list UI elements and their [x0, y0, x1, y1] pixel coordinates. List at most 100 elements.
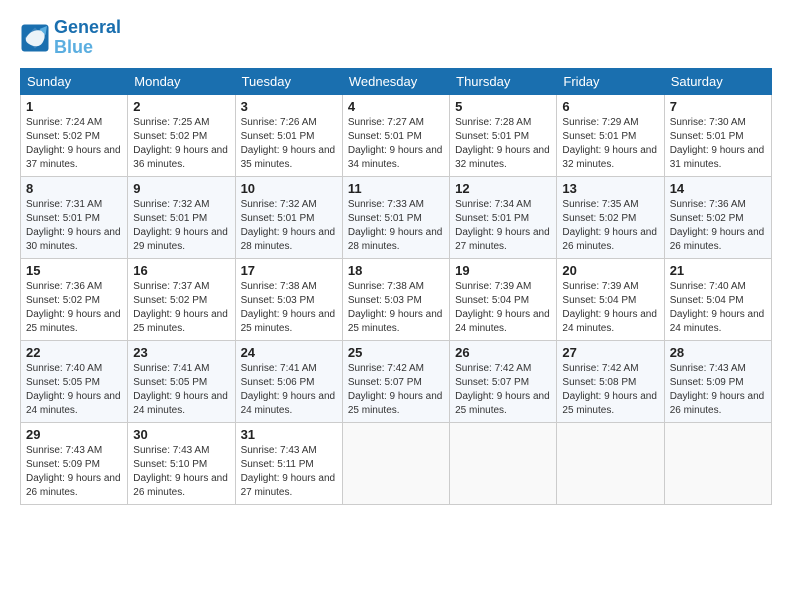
day-info: Sunrise: 7:34 AMSunset: 5:01 PMDaylight:…: [455, 198, 551, 254]
calendar-cell: 17 Sunrise: 7:38 AMSunset: 5:03 PMDaylig…: [235, 258, 342, 340]
logo: General Blue: [20, 18, 121, 58]
day-number: 12: [455, 181, 551, 196]
day-info: Sunrise: 7:43 AMSunset: 5:09 PMDaylight:…: [670, 362, 766, 418]
day-number: 19: [455, 263, 551, 278]
calendar-cell: 4 Sunrise: 7:27 AMSunset: 5:01 PMDayligh…: [342, 94, 449, 176]
calendar-cell: 8 Sunrise: 7:31 AMSunset: 5:01 PMDayligh…: [21, 176, 128, 258]
calendar-cell: 1 Sunrise: 7:24 AMSunset: 5:02 PMDayligh…: [21, 94, 128, 176]
calendar-cell: 25 Sunrise: 7:42 AMSunset: 5:07 PMDaylig…: [342, 340, 449, 422]
calendar: SundayMondayTuesdayWednesdayThursdayFrid…: [20, 68, 772, 505]
day-number: 1: [26, 99, 122, 114]
calendar-cell: 20 Sunrise: 7:39 AMSunset: 5:04 PMDaylig…: [557, 258, 664, 340]
calendar-week-2: 8 Sunrise: 7:31 AMSunset: 5:01 PMDayligh…: [21, 176, 772, 258]
calendar-cell: 12 Sunrise: 7:34 AMSunset: 5:01 PMDaylig…: [450, 176, 557, 258]
day-info: Sunrise: 7:35 AMSunset: 5:02 PMDaylight:…: [562, 198, 658, 254]
calendar-cell: 27 Sunrise: 7:42 AMSunset: 5:08 PMDaylig…: [557, 340, 664, 422]
day-info: Sunrise: 7:28 AMSunset: 5:01 PMDaylight:…: [455, 116, 551, 172]
page: General Blue SundayMondayTuesdayWednesda…: [0, 0, 792, 612]
day-info: Sunrise: 7:25 AMSunset: 5:02 PMDaylight:…: [133, 116, 229, 172]
calendar-header-row: SundayMondayTuesdayWednesdayThursdayFrid…: [21, 68, 772, 94]
calendar-week-5: 29 Sunrise: 7:43 AMSunset: 5:09 PMDaylig…: [21, 422, 772, 504]
day-number: 20: [562, 263, 658, 278]
day-number: 5: [455, 99, 551, 114]
calendar-cell: 23 Sunrise: 7:41 AMSunset: 5:05 PMDaylig…: [128, 340, 235, 422]
calendar-header-monday: Monday: [128, 68, 235, 94]
calendar-week-4: 22 Sunrise: 7:40 AMSunset: 5:05 PMDaylig…: [21, 340, 772, 422]
day-info: Sunrise: 7:37 AMSunset: 5:02 PMDaylight:…: [133, 280, 229, 336]
calendar-header-tuesday: Tuesday: [235, 68, 342, 94]
day-info: Sunrise: 7:30 AMSunset: 5:01 PMDaylight:…: [670, 116, 766, 172]
day-info: Sunrise: 7:40 AMSunset: 5:04 PMDaylight:…: [670, 280, 766, 336]
day-info: Sunrise: 7:31 AMSunset: 5:01 PMDaylight:…: [26, 198, 122, 254]
day-info: Sunrise: 7:36 AMSunset: 5:02 PMDaylight:…: [670, 198, 766, 254]
calendar-cell: 29 Sunrise: 7:43 AMSunset: 5:09 PMDaylig…: [21, 422, 128, 504]
day-info: Sunrise: 7:36 AMSunset: 5:02 PMDaylight:…: [26, 280, 122, 336]
day-info: Sunrise: 7:27 AMSunset: 5:01 PMDaylight:…: [348, 116, 444, 172]
day-number: 21: [670, 263, 766, 278]
calendar-cell: [342, 422, 449, 504]
day-number: 6: [562, 99, 658, 114]
day-info: Sunrise: 7:39 AMSunset: 5:04 PMDaylight:…: [455, 280, 551, 336]
day-number: 22: [26, 345, 122, 360]
calendar-cell: 2 Sunrise: 7:25 AMSunset: 5:02 PMDayligh…: [128, 94, 235, 176]
calendar-cell: 30 Sunrise: 7:43 AMSunset: 5:10 PMDaylig…: [128, 422, 235, 504]
day-info: Sunrise: 7:41 AMSunset: 5:05 PMDaylight:…: [133, 362, 229, 418]
calendar-cell: 31 Sunrise: 7:43 AMSunset: 5:11 PMDaylig…: [235, 422, 342, 504]
calendar-cell: 14 Sunrise: 7:36 AMSunset: 5:02 PMDaylig…: [664, 176, 771, 258]
day-info: Sunrise: 7:43 AMSunset: 5:10 PMDaylight:…: [133, 444, 229, 500]
day-number: 16: [133, 263, 229, 278]
day-number: 7: [670, 99, 766, 114]
calendar-cell: 24 Sunrise: 7:41 AMSunset: 5:06 PMDaylig…: [235, 340, 342, 422]
calendar-cell: 22 Sunrise: 7:40 AMSunset: 5:05 PMDaylig…: [21, 340, 128, 422]
calendar-week-3: 15 Sunrise: 7:36 AMSunset: 5:02 PMDaylig…: [21, 258, 772, 340]
calendar-header-friday: Friday: [557, 68, 664, 94]
calendar-header-sunday: Sunday: [21, 68, 128, 94]
day-info: Sunrise: 7:43 AMSunset: 5:11 PMDaylight:…: [241, 444, 337, 500]
day-number: 10: [241, 181, 337, 196]
calendar-header-wednesday: Wednesday: [342, 68, 449, 94]
day-number: 8: [26, 181, 122, 196]
day-number: 25: [348, 345, 444, 360]
calendar-cell: [664, 422, 771, 504]
day-info: Sunrise: 7:42 AMSunset: 5:07 PMDaylight:…: [455, 362, 551, 418]
calendar-cell: 9 Sunrise: 7:32 AMSunset: 5:01 PMDayligh…: [128, 176, 235, 258]
calendar-cell: 19 Sunrise: 7:39 AMSunset: 5:04 PMDaylig…: [450, 258, 557, 340]
calendar-cell: 5 Sunrise: 7:28 AMSunset: 5:01 PMDayligh…: [450, 94, 557, 176]
day-number: 11: [348, 181, 444, 196]
day-info: Sunrise: 7:24 AMSunset: 5:02 PMDaylight:…: [26, 116, 122, 172]
day-number: 29: [26, 427, 122, 442]
calendar-cell: [557, 422, 664, 504]
calendar-cell: 11 Sunrise: 7:33 AMSunset: 5:01 PMDaylig…: [342, 176, 449, 258]
day-number: 27: [562, 345, 658, 360]
logo-icon: [20, 23, 50, 53]
logo-text: General Blue: [54, 18, 121, 58]
day-number: 28: [670, 345, 766, 360]
day-info: Sunrise: 7:26 AMSunset: 5:01 PMDaylight:…: [241, 116, 337, 172]
day-number: 13: [562, 181, 658, 196]
calendar-cell: 3 Sunrise: 7:26 AMSunset: 5:01 PMDayligh…: [235, 94, 342, 176]
calendar-header-thursday: Thursday: [450, 68, 557, 94]
day-number: 2: [133, 99, 229, 114]
calendar-cell: [450, 422, 557, 504]
header: General Blue: [20, 18, 772, 58]
calendar-cell: 28 Sunrise: 7:43 AMSunset: 5:09 PMDaylig…: [664, 340, 771, 422]
day-info: Sunrise: 7:32 AMSunset: 5:01 PMDaylight:…: [241, 198, 337, 254]
day-number: 26: [455, 345, 551, 360]
day-info: Sunrise: 7:38 AMSunset: 5:03 PMDaylight:…: [348, 280, 444, 336]
day-number: 15: [26, 263, 122, 278]
calendar-cell: 18 Sunrise: 7:38 AMSunset: 5:03 PMDaylig…: [342, 258, 449, 340]
calendar-header-saturday: Saturday: [664, 68, 771, 94]
calendar-cell: 16 Sunrise: 7:37 AMSunset: 5:02 PMDaylig…: [128, 258, 235, 340]
day-info: Sunrise: 7:33 AMSunset: 5:01 PMDaylight:…: [348, 198, 444, 254]
day-info: Sunrise: 7:29 AMSunset: 5:01 PMDaylight:…: [562, 116, 658, 172]
calendar-cell: 6 Sunrise: 7:29 AMSunset: 5:01 PMDayligh…: [557, 94, 664, 176]
day-number: 23: [133, 345, 229, 360]
day-number: 14: [670, 181, 766, 196]
day-number: 30: [133, 427, 229, 442]
day-info: Sunrise: 7:39 AMSunset: 5:04 PMDaylight:…: [562, 280, 658, 336]
calendar-cell: 15 Sunrise: 7:36 AMSunset: 5:02 PMDaylig…: [21, 258, 128, 340]
day-info: Sunrise: 7:38 AMSunset: 5:03 PMDaylight:…: [241, 280, 337, 336]
calendar-cell: 10 Sunrise: 7:32 AMSunset: 5:01 PMDaylig…: [235, 176, 342, 258]
day-info: Sunrise: 7:42 AMSunset: 5:08 PMDaylight:…: [562, 362, 658, 418]
calendar-cell: 13 Sunrise: 7:35 AMSunset: 5:02 PMDaylig…: [557, 176, 664, 258]
